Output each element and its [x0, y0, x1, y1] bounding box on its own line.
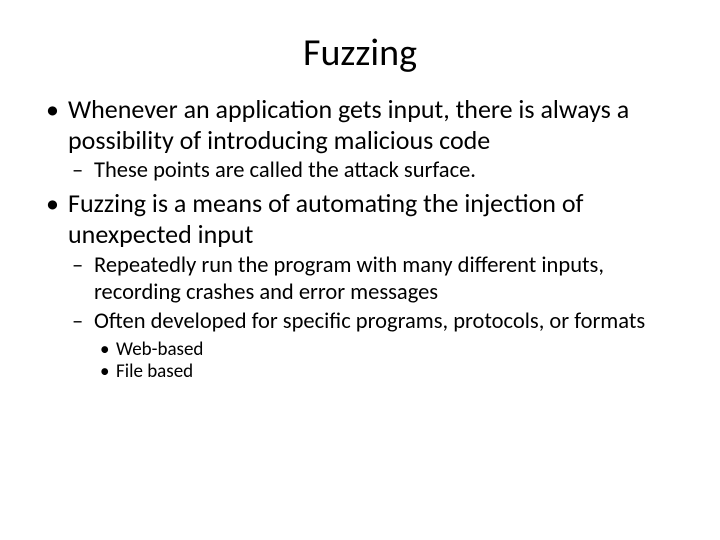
bullet-text: Fuzzing is a means of automating the inj… [68, 187, 584, 250]
sub-bullet-item: Often developed for specific programs, p… [68, 308, 680, 385]
bullet-text: Whenever an application gets input, ther… [68, 93, 629, 156]
sub-bullet-list: Repeatedly run the program with many dif… [68, 252, 680, 385]
sub-bullet-text: Repeatedly run the program with many dif… [94, 252, 604, 306]
sub-bullet-item: These points are called the attack surfa… [68, 157, 680, 184]
sub-sub-bullet-text: File based [116, 360, 193, 383]
sub-bullet-list: These points are called the attack surfa… [68, 157, 680, 184]
sub-sub-bullet-list: Web-based File based [94, 339, 680, 385]
sub-sub-bullet-item: Web-based [94, 339, 680, 362]
bullet-list: Whenever an application gets input, ther… [40, 94, 680, 384]
sub-sub-bullet-item: File based [94, 361, 680, 384]
sub-sub-bullet-text: Web-based [116, 338, 203, 361]
bullet-item: Fuzzing is a means of automating the inj… [40, 188, 680, 384]
bullet-item: Whenever an application gets input, ther… [40, 94, 680, 184]
sub-bullet-item: Repeatedly run the program with many dif… [68, 252, 680, 306]
sub-bullet-text: Often developed for specific programs, p… [94, 308, 645, 335]
sub-bullet-text: These points are called the attack surfa… [94, 157, 476, 184]
slide-title: Fuzzing [40, 30, 680, 76]
